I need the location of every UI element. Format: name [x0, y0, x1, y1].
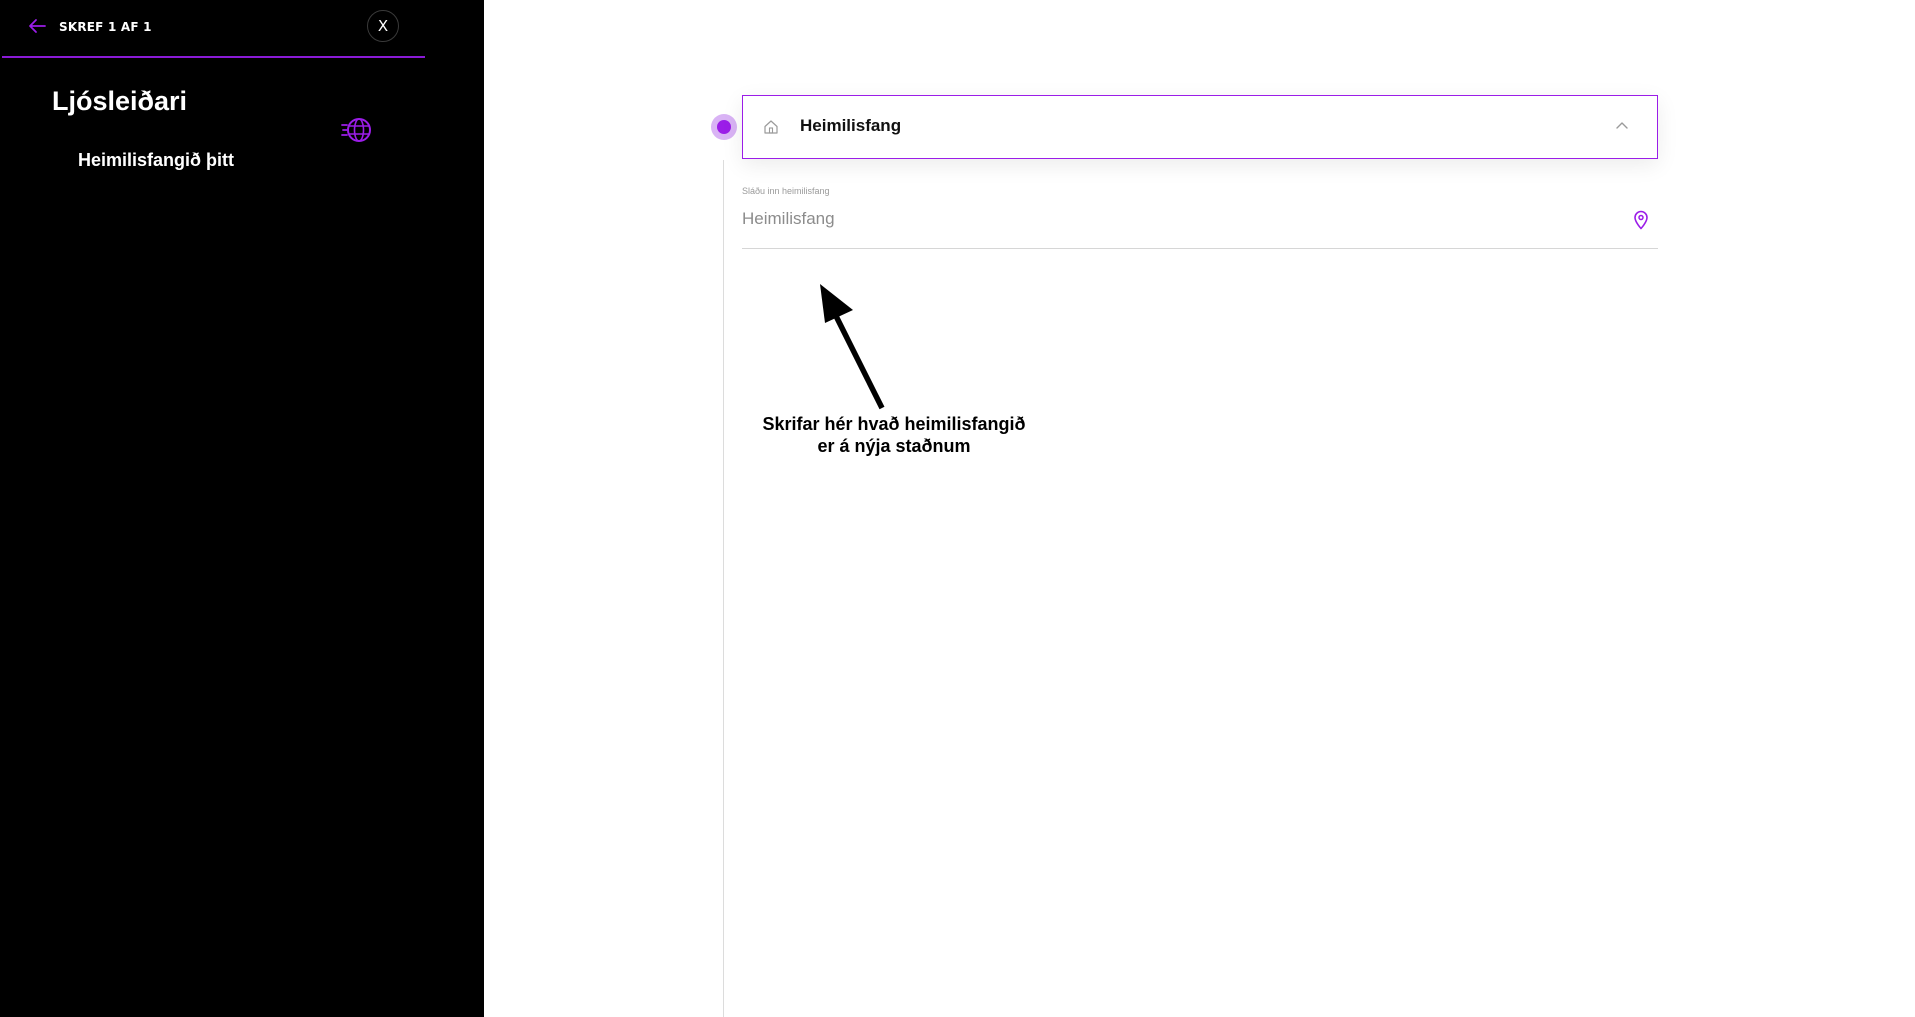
home-icon: [764, 120, 778, 134]
arrow-left-icon[interactable]: [28, 18, 46, 34]
address-input[interactable]: [742, 202, 1630, 236]
section-title: Heimilisfang: [800, 116, 902, 135]
annotation-arrow: [820, 284, 885, 410]
address-field-label: Sláðu inn heimilisfang: [742, 186, 830, 196]
close-button[interactable]: X: [367, 10, 399, 42]
step-dot: [711, 114, 737, 140]
panel-subtitle: Heimilisfangið þitt: [78, 150, 235, 170]
annotation-line-1: Skrifar hér hvað heimilisfangið: [762, 414, 1026, 434]
step-indicator: SKREF 1 AF 1: [59, 20, 152, 34]
annotation-line-2: er á nýja staðnum: [817, 436, 971, 456]
chevron-up-icon[interactable]: [1615, 120, 1629, 130]
globe-icon: [341, 118, 371, 142]
sidebar-topbar: SKREF 1 AF 1 X: [2, 0, 425, 58]
sidebar-panel: SKREF 1 AF 1 X Ljósleiðari Heimilisfangi…: [0, 0, 484, 1017]
address-section-header[interactable]: Heimilisfang: [742, 95, 1658, 159]
step-progress-line: [723, 160, 724, 1017]
step-dot-active: [717, 120, 731, 134]
address-input-underline: [742, 248, 1658, 249]
panel-title: Ljósleiðari: [52, 86, 188, 116]
annotation-text: Skrifar hér hvað heimilisfangið er á nýj…: [752, 413, 1036, 457]
location-pin-icon[interactable]: [1633, 210, 1649, 230]
close-icon: X: [377, 17, 389, 35]
